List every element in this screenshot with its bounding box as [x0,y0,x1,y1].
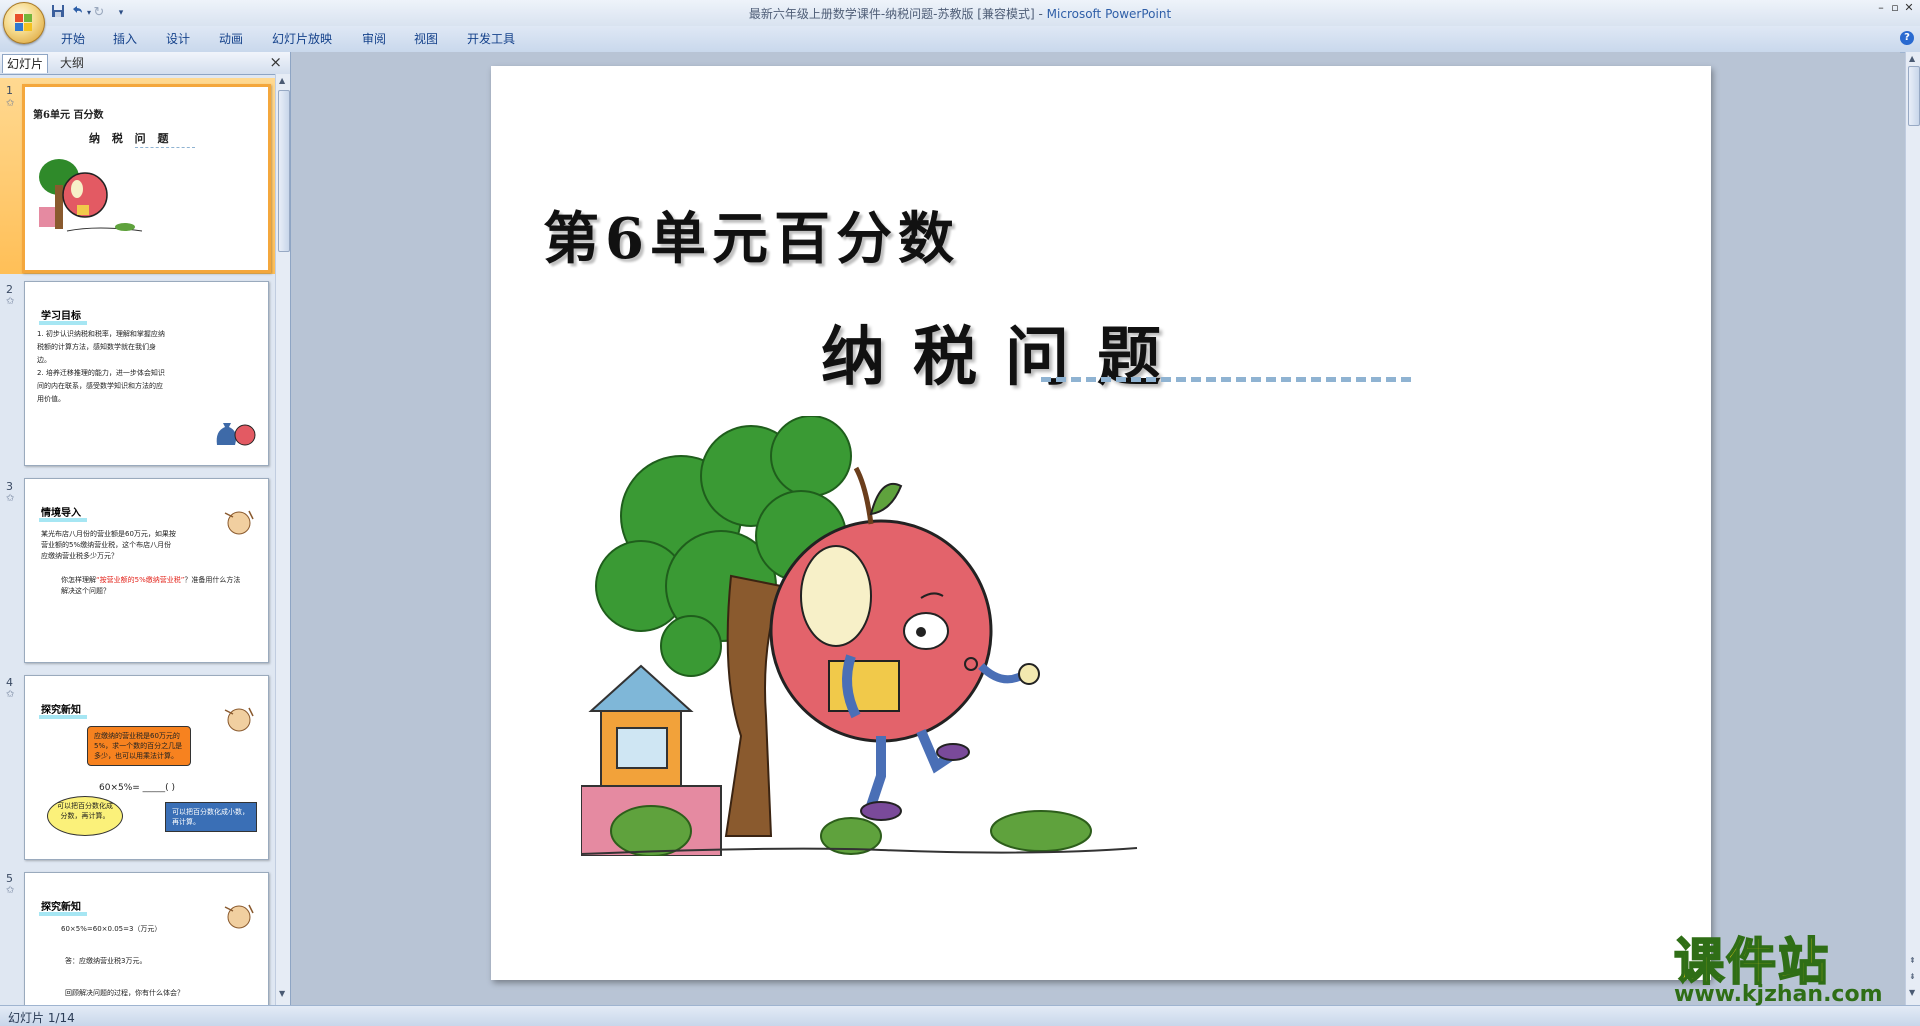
close-icon[interactable]: ✕ [1898,1,1920,15]
help-icon[interactable]: ? [1900,31,1914,45]
office-logo-icon [15,14,33,32]
money-bag-icon [216,423,256,446]
thumb-heading: 学习目标 [39,306,87,325]
save-icon[interactable] [49,4,67,22]
slide-number: 5 [6,872,13,885]
tab-design[interactable]: 设计 [166,30,190,47]
decorative-dash-line [1041,377,1411,382]
thumb-question: 你怎样理解“按营业额的5%缴纳营业税”？准备用什么方法解决这个问题？ [61,575,241,597]
scroll-down-icon[interactable]: ▼ [279,989,285,998]
thumb-body: 某光布店八月份的营业额是60万元，如果按 营业额的5%缴纳营业税，这个布店八月份… [41,529,176,562]
watermark-url: www.kjzhan.com [1674,982,1883,1007]
thumb-line: 答：应缴纳营业税3万元。 [65,957,147,965]
speech-bubble-blue: 可以把百分数化成小数，再计算。 [165,802,257,832]
ribbon-tabs: 开始 插入 设计 动画 幻灯片放映 审阅 视图 开发工具 ? [0,26,1920,53]
thumb-line: 1. 初步认识纳税和税率，理解和掌握应纳 [37,330,165,338]
transition-star-icon: ✩ [6,296,15,307]
thumb-dash [135,147,195,148]
thumb-heading: 情境导入 [39,503,87,522]
thumb-line: 营业额的5%缴纳营业税，这个布店八月份 [41,541,172,549]
document-name: 最新六年级上册数学课件-纳税问题-苏教版 [兼容模式] - [748,7,1043,21]
scroll-up-icon[interactable]: ▲ [279,76,285,85]
slides-panel: 幻灯片 大纲 × 1 ✩ 第6单元 百分数 纳 税 问 题 2 ✩ 学习目标 1… [0,52,291,1005]
apple-character-icon [224,510,254,535]
tab-review[interactable]: 审阅 [362,30,386,47]
customize-icon[interactable]: ▾ [112,4,130,22]
application-name: Microsoft PowerPoint [1046,7,1172,21]
thumb-formula: 60×5%= _____( ) [99,783,176,793]
thumb-heading: 探究新知 [39,897,87,916]
slide-thumbnail-5[interactable]: 探究新知 60×5%=60×0.05=3（万元） 答：应缴纳营业税3万元。 回顾… [24,872,269,1005]
scrollbar-thumb[interactable] [1908,66,1920,126]
panel-close-icon[interactable]: × [269,53,282,71]
thumb-topic-title: 纳 税 问 题 [89,132,173,145]
slide-number: 1 [6,84,13,97]
thumb-heading: 探究新知 [39,700,87,719]
window-title: 最新六年级上册数学课件-纳税问题-苏教版 [兼容模式] - Microsoft … [0,5,1920,22]
title-bar: 最新六年级上册数学课件-纳税问题-苏教版 [兼容模式] - Microsoft … [0,0,1920,26]
office-button[interactable] [3,2,45,44]
thumb-line: 2. 培养迁移推理的能力，进一步体会知识 [37,369,165,377]
panel-tabs: 幻灯片 大纲 × [0,52,290,75]
redo-icon[interactable]: ↻ [90,4,108,22]
slide-thumbnail-1[interactable]: 第6单元 百分数 纳 税 问 题 [22,84,271,273]
thumb-line: 间的内在联系，感受数学知识和方法的应 [37,382,163,390]
apple-character-icon [224,707,254,732]
speech-bubble-orange: 应缴纳的营业税是60万元的5%，求一个数的百分之几是多少，也可以用乘法计算。 [87,726,191,766]
tab-view[interactable]: 视图 [414,30,438,47]
transition-star-icon: ✩ [6,98,15,109]
scroll-down-icon[interactable]: ▼ [1909,988,1915,997]
apple-character-illustration [581,416,1138,856]
thumb-illustration [39,159,143,232]
tab-insert[interactable]: 插入 [113,30,137,47]
next-slide-icon[interactable]: ⇟ [1909,972,1916,981]
slide-thumbnail-4[interactable]: 探究新知 应缴纳的营业税是60万元的5%，求一个数的百分之几是多少，也可以用乘法… [24,675,269,860]
scroll-up-icon[interactable]: ▲ [1909,54,1915,63]
tab-slideshow[interactable]: 幻灯片放映 [272,30,332,47]
watermark: 课件站 www.kjzhan.com [1664,922,1900,1007]
editor-scrollbar[interactable]: ▲ ⇞ ⇟ ▼ [1905,52,1920,1005]
scrollbar-thumb[interactable] [278,90,290,252]
transition-star-icon: ✩ [6,689,15,700]
slide-counter: 幻灯片 1/14 [8,1011,75,1025]
tab-outline[interactable]: 大纲 [56,54,88,72]
status-bar: 幻灯片 1/14 [0,1005,1920,1026]
speech-bubble-yellow: 可以把百分数化成分数，再计算。 [47,796,123,836]
thumb-line: 回顾解决问题的过程，你有什么体会？ [65,989,184,997]
thumb-line: 60×5%=60×0.05=3（万元） [61,925,162,933]
slide-thumbnail-3[interactable]: 情境导入 某光布店八月份的营业额是60万元，如果按 营业额的5%缴纳营业税，这个… [24,478,269,663]
thumb-unit-title: 第6单元 百分数 [33,110,104,121]
thumbnail-list: 1 ✩ 第6单元 百分数 纳 税 问 题 2 ✩ 学习目标 1. 初步认识纳税和… [0,74,276,1005]
thumb-line: 你怎样理解 [61,576,96,584]
slide-number: 2 [6,283,13,296]
slide-number: 3 [6,480,13,493]
thumb-line: 边。 [37,356,51,364]
slide-unit-title[interactable]: 第6单元百分数 [543,194,960,275]
thumb-body: 1. 初步认识纳税和税率，理解和掌握应纳 税额的计算方法，感知数学就在我们身 边… [37,328,165,406]
thumb-line: 税额的计算方法，感知数学就在我们身 [37,343,156,351]
slide-number: 4 [6,676,13,689]
previous-slide-icon[interactable]: ⇞ [1909,956,1916,965]
slide-thumbnail-2[interactable]: 学习目标 1. 初步认识纳税和税率，理解和掌握应纳 税额的计算方法，感知数学就在… [24,281,269,466]
thumb-line: 应缴纳营业税多少万元？ [41,552,118,560]
tab-slides[interactable]: 幻灯片 [2,54,49,73]
slide-topic-title[interactable]: 纳税问题 [821,306,1189,398]
thumb-line: 用价值。 [37,395,65,403]
apple-character-icon [224,904,254,929]
tab-animations[interactable]: 动画 [219,30,243,47]
tab-developer[interactable]: 开发工具 [467,30,515,47]
current-slide[interactable]: 第6单元百分数 纳税问题 [491,66,1711,980]
tab-home[interactable]: 开始 [61,30,85,47]
thumbnail-scrollbar[interactable]: ▲ ▼ [275,74,290,1005]
thumb-line: 某光布店八月份的营业额是60万元，如果按 [41,530,176,538]
transition-star-icon: ✩ [6,493,15,504]
transition-star-icon: ✩ [6,885,15,896]
thumb-line-red: “按营业额的5%缴纳营业税” [96,576,185,584]
